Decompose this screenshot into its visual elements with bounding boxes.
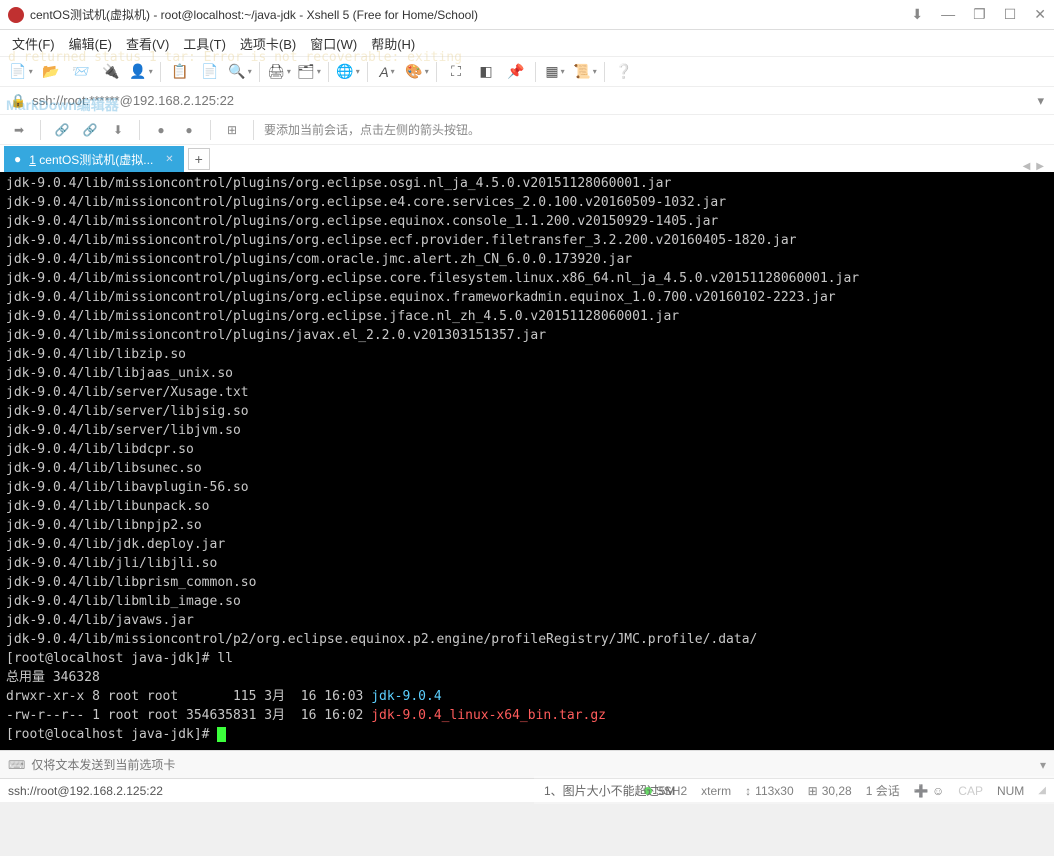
- input-icon: ⌨: [8, 758, 25, 772]
- fullscreen-button[interactable]: ⛶: [443, 60, 469, 84]
- layout-button[interactable]: ▦: [542, 60, 568, 84]
- maximize-button[interactable]: ☐: [1004, 6, 1017, 23]
- separator: [436, 62, 437, 82]
- separator: [535, 62, 536, 82]
- paste-button[interactable]: 📄: [197, 60, 223, 84]
- separator: [367, 62, 368, 82]
- menubar: 文件(F) 编辑(E) 查看(V) 工具(T) 选项卡(B) 窗口(W) 帮助(…: [0, 30, 1054, 56]
- profile-button[interactable]: 👤: [128, 60, 154, 84]
- find-button[interactable]: 🔍: [227, 60, 253, 84]
- transparency-button[interactable]: ◧: [473, 60, 499, 84]
- script-button[interactable]: 📜: [572, 60, 598, 84]
- copy-button[interactable]: 📋: [167, 60, 193, 84]
- separator: [160, 62, 161, 82]
- menu-edit[interactable]: 编辑(E): [69, 34, 112, 53]
- command-input[interactable]: [31, 758, 1034, 772]
- lock-icon: 🔒: [10, 93, 26, 109]
- separator: [210, 120, 211, 140]
- separator: [259, 62, 260, 82]
- reconnect-button[interactable]: 🔌: [98, 60, 124, 84]
- address-dropdown[interactable]: ▾: [1037, 93, 1044, 109]
- add-tab-button[interactable]: +: [188, 148, 210, 170]
- add-session-button[interactable]: ➡: [8, 119, 30, 141]
- sess-tool-3[interactable]: ⬇: [107, 119, 129, 141]
- sess-tool-4[interactable]: ●: [150, 119, 172, 141]
- app-icon: [8, 7, 24, 23]
- tab-next[interactable]: ▶: [1036, 161, 1044, 172]
- separator: [604, 62, 605, 82]
- menu-help[interactable]: 帮助(H): [371, 34, 415, 53]
- session-hint: 要添加当前会话，点击左侧的箭头按钮。: [264, 121, 480, 138]
- input-dropdown[interactable]: ▾: [1040, 758, 1046, 772]
- open-button[interactable]: 📂: [38, 60, 64, 84]
- properties-button[interactable]: 🗂: [296, 60, 322, 84]
- separator: [139, 120, 140, 140]
- sess-tool-2[interactable]: 🔗: [79, 119, 101, 141]
- print-button[interactable]: 🖨: [266, 60, 292, 84]
- download-icon[interactable]: ⬇: [911, 6, 923, 23]
- encoding-button[interactable]: 🌐: [335, 60, 361, 84]
- tab-session-1[interactable]: ● 1 centOS测试机(虚拟... ✕: [4, 146, 184, 172]
- minimize-button[interactable]: ―: [941, 6, 955, 23]
- sess-tool-6[interactable]: ⊞: [221, 119, 243, 141]
- font-button[interactable]: A: [374, 60, 400, 84]
- tab-indicator: ●: [14, 152, 21, 166]
- new-session-button[interactable]: 📄: [8, 60, 34, 84]
- tab-close-icon[interactable]: ✕: [165, 154, 173, 165]
- tab-label: 1 centOS测试机(虚拟...: [29, 151, 153, 168]
- menu-file[interactable]: 文件(F): [12, 34, 55, 53]
- window-controls: ⬇ ― ❐ ☐ ✕: [911, 6, 1046, 23]
- ontop-button[interactable]: 📌: [503, 60, 529, 84]
- separator: [40, 120, 41, 140]
- address-bar: 🔒 ssh://root:******@192.168.2.125:22 ▾: [0, 86, 1054, 114]
- bottom-overlay: 1、图片大小不能超过5M: [534, 776, 1054, 804]
- menu-view[interactable]: 查看(V): [126, 34, 169, 53]
- send-button[interactable]: 📨: [68, 60, 94, 84]
- menu-tabs[interactable]: 选项卡(B): [240, 34, 296, 53]
- tab-prev[interactable]: ◀: [1023, 161, 1031, 172]
- separator: [328, 62, 329, 82]
- overlay-text: 1、图片大小不能超过5M: [544, 782, 675, 799]
- window-title: centOS测试机(虚拟机) - root@localhost:~/java-j…: [30, 6, 911, 23]
- terminal[interactable]: jdk-9.0.4/lib/missioncontrol/plugins/org…: [0, 172, 1054, 750]
- main-toolbar: 📄 📂 📨 🔌 👤 📋 📄 🔍 🖨 🗂 🌐 A 🎨 ⛶ ◧ 📌 ▦ 📜 ❔: [0, 56, 1054, 86]
- close-button[interactable]: ✕: [1034, 6, 1046, 23]
- color-button[interactable]: 🎨: [404, 60, 430, 84]
- titlebar: centOS测试机(虚拟机) - root@localhost:~/java-j…: [0, 0, 1054, 30]
- tab-nav: ◀ ▶: [1023, 161, 1050, 172]
- sess-tool-1[interactable]: 🔗: [51, 119, 73, 141]
- tab-bar: ● 1 centOS测试机(虚拟... ✕ + ◀ ▶: [0, 144, 1054, 172]
- input-bar: ⌨ ▾: [0, 750, 1054, 778]
- session-toolbar: ➡ 🔗 🔗 ⬇ ● ● ⊞ 要添加当前会话，点击左侧的箭头按钮。: [0, 114, 1054, 144]
- sess-tool-5[interactable]: ●: [178, 119, 200, 141]
- separator: [253, 120, 254, 140]
- menu-tools[interactable]: 工具(T): [183, 34, 226, 53]
- address-text[interactable]: ssh://root:******@192.168.2.125:22: [32, 93, 234, 108]
- menu-window[interactable]: 窗口(W): [310, 34, 357, 53]
- restore-button[interactable]: ❐: [973, 6, 986, 23]
- help-button[interactable]: ❔: [611, 60, 637, 84]
